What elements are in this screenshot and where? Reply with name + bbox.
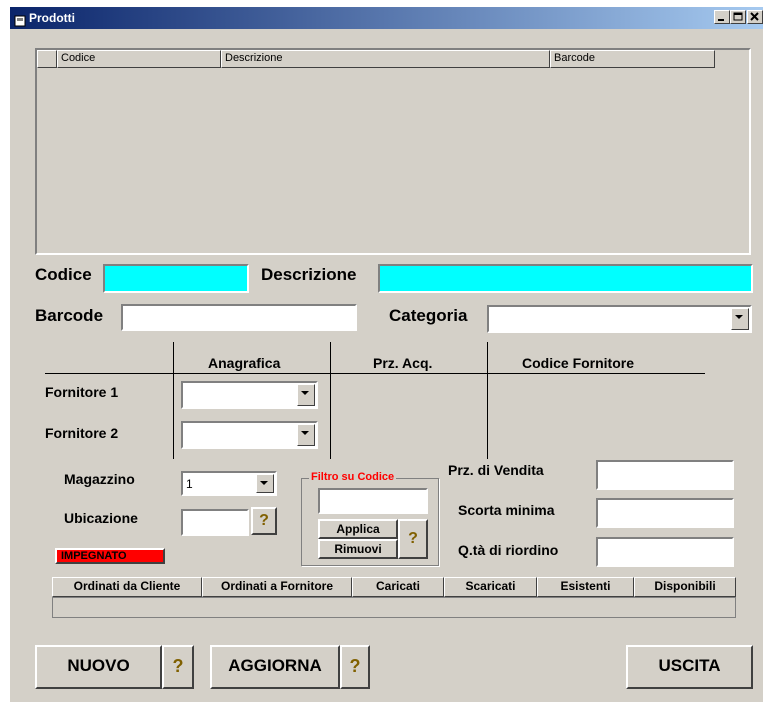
categoria-label: Categoria bbox=[389, 306, 468, 325]
maximize-icon bbox=[733, 12, 743, 21]
barcode-input[interactable] bbox=[121, 304, 357, 331]
fornitore2-label: Fornitore 2 bbox=[45, 425, 119, 441]
summary-col-scaricati: Scaricati bbox=[444, 577, 537, 597]
apply-filter-button[interactable]: Applica bbox=[318, 519, 398, 539]
summary-col-ordinati-cliente: Ordinati da Cliente bbox=[52, 577, 202, 597]
impegnato-badge[interactable]: IMPEGNATO bbox=[55, 548, 165, 564]
fornitore2-dropdown-button[interactable] bbox=[297, 424, 315, 446]
products-grid[interactable]: Codice Descrizione Barcode bbox=[35, 48, 751, 255]
fornitore1-label: Fornitore 1 bbox=[45, 384, 119, 400]
summary-values-row bbox=[52, 597, 736, 618]
chevron-down-icon bbox=[301, 391, 309, 395]
header-anagrafica: Anagrafica bbox=[208, 355, 281, 371]
aggiorna-help-button[interactable]: ? bbox=[340, 645, 370, 689]
summary-col-caricati: Caricati bbox=[352, 577, 444, 597]
key-help-icon: ? bbox=[172, 656, 184, 676]
uscita-button[interactable]: USCITA bbox=[626, 645, 753, 689]
chevron-down-icon bbox=[301, 431, 309, 435]
summary-col-ordinati-fornitore: Ordinati a Fornitore bbox=[202, 577, 352, 597]
remove-filter-button[interactable]: Rimuovi bbox=[318, 539, 398, 559]
fornitore2-select[interactable] bbox=[181, 421, 318, 449]
key-help-icon: ? bbox=[259, 512, 269, 529]
prz-vendita-input[interactable] bbox=[596, 460, 734, 490]
ubicazione-label: Ubicazione bbox=[64, 510, 138, 526]
window-title: Prodotti bbox=[29, 11, 75, 25]
grid-column-codice[interactable]: Codice bbox=[57, 50, 221, 68]
magazzino-dropdown-button[interactable] bbox=[256, 474, 274, 493]
header-prz-acq: Prz. Acq. bbox=[373, 355, 433, 371]
filter-input[interactable] bbox=[318, 488, 428, 514]
nuovo-button[interactable]: NUOVO bbox=[35, 645, 162, 689]
summary-col-disponibili: Disponibili bbox=[634, 577, 736, 597]
close-button[interactable] bbox=[747, 10, 763, 24]
descrizione-input[interactable] bbox=[378, 264, 753, 293]
codice-label: Codice bbox=[35, 265, 92, 284]
minimize-icon bbox=[718, 19, 724, 21]
chevron-down-icon bbox=[260, 481, 268, 485]
qta-riordino-label: Q.tà di riordino bbox=[458, 542, 559, 558]
magazzino-select[interactable]: 1 bbox=[181, 471, 277, 496]
codice-input[interactable] bbox=[103, 264, 249, 293]
qta-riordino-input[interactable] bbox=[596, 537, 734, 567]
maximize-button[interactable] bbox=[730, 10, 746, 24]
summary-table: Ordinati da Cliente Ordinati a Fornitore… bbox=[52, 577, 736, 597]
fornitore1-dropdown-button[interactable] bbox=[297, 384, 315, 406]
title-bar: Prodotti bbox=[10, 7, 763, 29]
scorta-minima-input[interactable] bbox=[596, 498, 734, 528]
grid-row-header bbox=[37, 50, 57, 68]
scorta-minima-label: Scorta minima bbox=[458, 502, 555, 518]
supplier-divider bbox=[173, 342, 174, 459]
fornitore1-select[interactable] bbox=[181, 381, 318, 409]
key-help-icon: ? bbox=[408, 530, 418, 547]
supplier-divider bbox=[487, 342, 488, 459]
magazzino-label: Magazzino bbox=[64, 471, 135, 487]
prz-vendita-label: Prz. di Vendita bbox=[448, 462, 544, 478]
supplier-header-line bbox=[45, 373, 705, 374]
grid-column-descrizione[interactable]: Descrizione bbox=[221, 50, 550, 68]
summary-col-esistenti: Esistenti bbox=[537, 577, 634, 597]
aggiorna-button[interactable]: AGGIORNA bbox=[210, 645, 340, 689]
categoria-dropdown-button[interactable] bbox=[731, 308, 749, 330]
ubicazione-help-button[interactable]: ? bbox=[251, 507, 277, 535]
grid-column-barcode[interactable]: Barcode bbox=[550, 50, 715, 68]
barcode-label: Barcode bbox=[35, 306, 104, 325]
supplier-divider bbox=[330, 342, 331, 459]
minimize-button[interactable] bbox=[714, 10, 730, 24]
key-help-icon: ? bbox=[349, 656, 361, 676]
descrizione-label: Descrizione bbox=[261, 265, 357, 284]
header-codice-fornitore: Codice Fornitore bbox=[522, 355, 635, 371]
ubicazione-input[interactable] bbox=[181, 509, 249, 536]
nuovo-help-button[interactable]: ? bbox=[162, 645, 194, 689]
categoria-select[interactable] bbox=[487, 305, 752, 333]
app-icon bbox=[14, 12, 26, 27]
filter-group-label: Filtro su Codice bbox=[309, 471, 397, 483]
magazzino-selected: 1 bbox=[186, 477, 193, 491]
chevron-down-icon bbox=[735, 315, 743, 319]
filter-help-button[interactable]: ? bbox=[398, 519, 428, 559]
close-icon bbox=[750, 12, 759, 21]
